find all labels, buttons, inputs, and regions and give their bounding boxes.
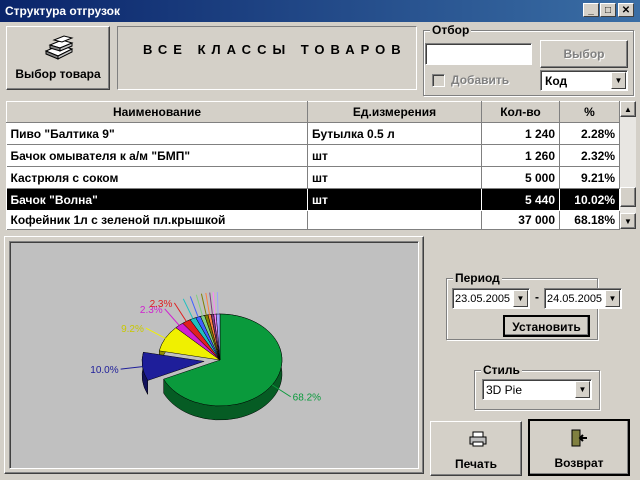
- field-combo-value: Код: [545, 74, 568, 88]
- filter-input[interactable]: [425, 43, 532, 65]
- pie-leader-line: [173, 302, 187, 322]
- close-button[interactable]: ✕: [618, 3, 634, 17]
- cell-unit: [307, 210, 482, 230]
- table-row[interactable]: Кастрюля с соком шт 5 000 9.21%: [6, 166, 620, 189]
- cell-unit: шт: [307, 188, 482, 211]
- date-from-field[interactable]: 23.05.2005 ▼: [452, 288, 530, 309]
- table-header-row: Наименование Ед.измерения Кол-во %: [6, 101, 620, 123]
- chart-area: 68.2% 10.0% 9.2% 2.3% 2.3%: [9, 241, 419, 469]
- pie-leader-line: [209, 292, 213, 315]
- cell-pct: 9.21%: [559, 166, 620, 189]
- cell-qty: 5 000: [481, 166, 560, 189]
- column-header-qty[interactable]: Кол-во: [481, 101, 560, 123]
- table-row[interactable]: Пиво "Балтика 9" Бутылка 0.5 л 1 240 2.2…: [6, 122, 620, 145]
- pie-slice-label: 2.3%: [150, 299, 173, 310]
- chart-panel: 68.2% 10.0% 9.2% 2.3% 2.3%: [4, 236, 424, 474]
- cell-name: Кастрюля с соком: [6, 166, 308, 189]
- back-label: Возврат: [554, 456, 604, 470]
- cell-qty: 1 260: [481, 144, 560, 167]
- add-checkbox-label: Добавить: [451, 73, 510, 87]
- pie-leader-line: [212, 292, 216, 315]
- pie-leader-line: [200, 293, 207, 316]
- date-to-value: 24.05.2005: [547, 293, 603, 305]
- chevron-down-icon[interactable]: ▼: [575, 381, 590, 398]
- date-separator: -: [535, 290, 539, 304]
- pie-leader-line: [195, 294, 203, 317]
- pie-leader-line: [120, 366, 143, 370]
- style-legend: Стиль: [481, 363, 522, 377]
- cell-unit: Бутылка 0.5 л: [307, 122, 482, 145]
- cell-unit: шт: [307, 144, 482, 167]
- scroll-thumb[interactable]: [620, 187, 636, 207]
- pie-slice-label: 68.2%: [293, 393, 321, 404]
- chevron-down-icon[interactable]: ▼: [605, 290, 620, 307]
- period-legend: Период: [453, 271, 502, 285]
- table-scrollbar[interactable]: ▲ ▼: [620, 101, 636, 229]
- products-table: Наименование Ед.измерения Кол-во % Пиво …: [6, 101, 620, 230]
- cell-qty: 37 000: [481, 210, 560, 230]
- pie-leader-line: [189, 296, 199, 318]
- scroll-down-icon[interactable]: ▼: [620, 213, 636, 229]
- table-row[interactable]: Бачок омывателя к а/м "БМП" шт 1 260 2.3…: [6, 144, 620, 167]
- print-label: Печать: [455, 457, 497, 471]
- select-product-label: Выбор товара: [15, 67, 101, 81]
- style-combo[interactable]: 3D Pie ▼: [482, 379, 592, 400]
- set-period-button[interactable]: Установить: [503, 315, 590, 337]
- filter-select-button[interactable]: Выбор: [540, 40, 628, 68]
- main-window: Структура отгрузок _ □ ✕ Выбор товара ВС…: [0, 0, 640, 480]
- window-title: Структура отгрузок: [5, 4, 121, 18]
- cell-qty: 1 240: [481, 122, 560, 145]
- date-from-value: 23.05.2005: [455, 293, 511, 305]
- exit-door-icon: [571, 429, 587, 447]
- pie-chart: 68.2%10.0%9.2%2.3%2.3%: [90, 292, 321, 421]
- back-button[interactable]: Возврат: [528, 419, 630, 476]
- select-product-button[interactable]: Выбор товара: [6, 26, 110, 90]
- style-combo-value: 3D Pie: [486, 383, 523, 397]
- filter-legend: Отбор: [430, 23, 472, 37]
- cell-pct: 2.32%: [559, 144, 620, 167]
- pie-leader-line: [216, 292, 219, 315]
- header-text: ВСЕ КЛАССЫ ТОВАРОВ: [143, 42, 407, 57]
- pie-slice-label: 9.2%: [121, 324, 144, 335]
- cell-name: Кофейник 1л с зеленой пл.крышкой: [6, 210, 308, 230]
- column-header-pct[interactable]: %: [559, 101, 620, 123]
- scroll-up-icon[interactable]: ▲: [620, 101, 636, 117]
- column-header-name[interactable]: Наименование: [6, 101, 308, 123]
- chevron-down-icon[interactable]: ▼: [611, 72, 626, 89]
- cell-pct: 2.28%: [559, 122, 620, 145]
- table-row-selected[interactable]: Бачок "Волна" шт 5 440 10.02%: [6, 188, 620, 211]
- maximize-button[interactable]: □: [600, 3, 616, 17]
- pie-leader-line: [205, 292, 211, 315]
- add-checkbox[interactable]: [432, 74, 445, 87]
- field-combo[interactable]: Код ▼: [540, 70, 628, 91]
- title-bar: Структура отгрузок _ □ ✕: [0, 0, 640, 22]
- table-row[interactable]: Кофейник 1л с зеленой пл.крышкой 37 000 …: [6, 210, 620, 230]
- cell-name: Пиво "Балтика 9": [6, 122, 308, 145]
- minimize-button[interactable]: _: [583, 3, 599, 17]
- pie-leader-line: [182, 298, 194, 319]
- pie-slice-label: 10.0%: [90, 365, 118, 376]
- cell-unit: шт: [307, 166, 482, 189]
- pie-leader-line: [145, 327, 166, 339]
- chevron-down-icon[interactable]: ▼: [513, 290, 528, 307]
- cell-name: Бачок омывателя к а/м "БМП": [6, 144, 308, 167]
- header-panel: [117, 26, 417, 90]
- pie-leader-line: [164, 308, 180, 326]
- cell-pct: 10.02%: [559, 188, 620, 211]
- cell-qty: 5 440: [481, 188, 560, 211]
- date-to-field[interactable]: 24.05.2005 ▼: [544, 288, 622, 309]
- cell-pct: 68.18%: [559, 210, 620, 230]
- cell-name: Бачок "Волна": [6, 188, 308, 211]
- print-button[interactable]: Печать: [430, 421, 522, 476]
- boxes-icon: [44, 35, 74, 60]
- column-header-unit[interactable]: Ед.измерения: [307, 101, 482, 123]
- printer-icon: [469, 431, 487, 447]
